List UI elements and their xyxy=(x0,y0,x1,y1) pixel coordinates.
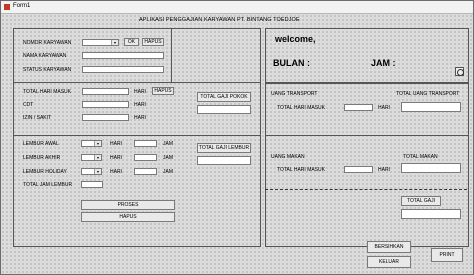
divider xyxy=(171,28,172,82)
hari-unit: HARI xyxy=(134,89,146,95)
hapus-hari-button[interactable]: HAPUS xyxy=(152,87,174,95)
transport-hari-masuk-label: TOTAL HARI MASUK xyxy=(277,105,325,111)
hari-unit: HARI xyxy=(134,102,146,108)
keluar-button[interactable]: KELUAR xyxy=(367,256,411,268)
total-gaji-field[interactable] xyxy=(401,209,461,219)
bulan-label: BULAN : xyxy=(273,58,310,68)
hari-unit: HARI xyxy=(378,167,390,173)
clock-icon[interactable] xyxy=(455,67,464,76)
hapus-karyawan-button[interactable]: HAPUS xyxy=(142,38,164,46)
cdt-field[interactable] xyxy=(82,101,129,108)
chevron-down-icon[interactable]: ▾ xyxy=(94,141,101,146)
makan-hari-masuk-label: TOTAL HARI MASUK xyxy=(277,167,325,173)
proses-button[interactable]: PROSES xyxy=(81,200,175,210)
total-hari-masuk-label: TOTAL HARI MASUK xyxy=(23,89,71,95)
form-canvas: APLIKASI PENGGAJIAN KARYAWAN PT. BINTANG… xyxy=(1,14,473,274)
chevron-down-icon[interactable]: ▾ xyxy=(94,169,101,174)
lembur-akhir-jam-field[interactable] xyxy=(134,154,157,161)
ok-button[interactable]: OK xyxy=(124,38,139,46)
nama-karyawan-field[interactable] xyxy=(82,52,164,59)
app-icon xyxy=(4,4,10,10)
window-title: Form1 xyxy=(13,3,31,9)
hari-unit: HARI xyxy=(134,115,146,121)
jam-unit: JAM xyxy=(163,155,173,161)
total-gaji-lembur-button[interactable]: TOTAL GAJI LEMBUR xyxy=(197,143,251,153)
welcome-text: welcome, xyxy=(275,34,316,44)
izin-sakit-label: IZIN / SAKIT xyxy=(23,115,52,121)
hari-unit: HARI xyxy=(110,169,122,175)
lembur-holiday-label: LEMBUR HOLIDAY xyxy=(23,169,67,175)
total-hari-masuk-field[interactable] xyxy=(82,88,129,95)
status-karyawan-label: STATUS KARYAWAN xyxy=(23,67,72,73)
divider xyxy=(265,135,468,136)
lembur-akhir-label: LEMBUR AKHIR xyxy=(23,155,61,161)
lembur-holiday-jam-field[interactable] xyxy=(134,168,157,175)
print-button[interactable]: PRINT xyxy=(431,248,463,262)
hari-unit: HARI xyxy=(110,155,122,161)
total-gaji-pokok-button[interactable]: TOTAL GAJI POKOK xyxy=(197,92,251,102)
nomor-karyawan-combo[interactable]: ▾ xyxy=(82,39,119,46)
jam-label: JAM : xyxy=(371,58,396,68)
jam-unit: JAM xyxy=(163,141,173,147)
bersihkan-button[interactable]: BERSIHKAN xyxy=(367,241,411,253)
total-makan-label: TOTAL MAKAN xyxy=(403,154,438,160)
lembur-akhir-combo[interactable]: ▾ xyxy=(81,154,102,161)
clock-face xyxy=(457,69,464,76)
total-uang-transport-label: TOTAL UANG TRANSPORT xyxy=(396,91,460,97)
dashed-divider xyxy=(265,189,467,190)
chevron-down-icon[interactable]: ▾ xyxy=(111,40,118,45)
total-gaji-button[interactable]: TOTAL GAJI xyxy=(401,196,441,206)
total-jam-lembur-label: TOTAL JAM LEMBUR xyxy=(23,182,73,188)
hari-unit: HARI xyxy=(378,105,390,111)
hari-unit: HARI xyxy=(110,141,122,147)
lembur-awal-label: LEMBUR AWAL xyxy=(23,141,59,147)
lembur-awal-combo[interactable]: ▾ xyxy=(81,140,102,147)
chevron-down-icon[interactable]: ▾ xyxy=(94,155,101,160)
nomor-karyawan-label: NOMOR KARYAWAN xyxy=(23,40,72,46)
makan-hari-masuk-field[interactable] xyxy=(344,166,373,173)
cdt-label: CDT xyxy=(23,102,34,108)
divider xyxy=(13,135,260,136)
lembur-holiday-combo[interactable]: ▾ xyxy=(81,168,102,175)
total-makan-field[interactable] xyxy=(401,163,461,173)
jam-unit: JAM xyxy=(163,169,173,175)
total-uang-transport-field[interactable] xyxy=(401,102,461,112)
total-gaji-pokok-field[interactable] xyxy=(197,105,251,114)
transport-hari-masuk-field[interactable] xyxy=(344,104,373,111)
izin-sakit-field[interactable] xyxy=(82,114,129,121)
total-gaji-lembur-field[interactable] xyxy=(197,156,251,165)
divider xyxy=(13,82,260,83)
app-title: APLIKASI PENGGAJIAN KARYAWAN PT. BINTANG… xyxy=(139,17,300,23)
lembur-awal-jam-field[interactable] xyxy=(134,140,157,147)
uang-transport-label: UANG TRANSPORT xyxy=(271,91,318,97)
nama-karyawan-label: NAMA KARYAWAN xyxy=(23,53,67,59)
uang-makan-label: UANG MAKAN xyxy=(271,154,305,160)
title-bar: Form1 xyxy=(1,1,473,14)
total-jam-lembur-field[interactable] xyxy=(81,181,103,188)
main-window: Form1 APLIKASI PENGGAJIAN KARYAWAN PT. B… xyxy=(0,0,474,275)
hapus-button[interactable]: HAPUS xyxy=(81,212,175,222)
status-karyawan-field[interactable] xyxy=(82,66,164,73)
